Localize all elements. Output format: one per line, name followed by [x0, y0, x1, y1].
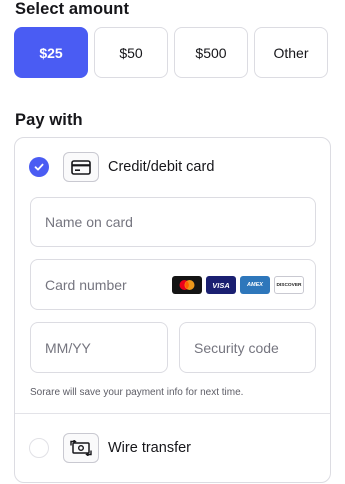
check-icon: [34, 163, 44, 171]
card-brand-logos: VISA AMEX DISCOVER: [172, 276, 304, 294]
save-payment-note: Sorare will save your payment info for n…: [30, 387, 244, 398]
card-method-option[interactable]: Credit/debit card: [29, 152, 214, 182]
mastercard-icon: [172, 276, 202, 294]
payment-method-panel: Credit/debit card VISA AMEX DISCOVER Sor…: [14, 137, 331, 483]
visa-icon: VISA: [206, 276, 236, 294]
amount-options: $25 $50 $500 Other: [14, 27, 328, 78]
card-radio-checked[interactable]: [29, 157, 49, 177]
discover-icon: DISCOVER: [274, 276, 304, 294]
amount-option-other[interactable]: Other: [254, 27, 328, 78]
expiry-date-input[interactable]: [30, 322, 168, 373]
pay-with-title: Pay with: [15, 111, 83, 129]
credit-card-icon: [63, 152, 99, 182]
card-method-label: Credit/debit card: [108, 159, 215, 175]
amex-icon: AMEX: [240, 276, 270, 294]
amount-option-50[interactable]: $50: [94, 27, 168, 78]
name-on-card-input[interactable]: [30, 197, 316, 247]
amount-option-500[interactable]: $500: [174, 27, 248, 78]
method-divider: [15, 413, 330, 414]
wire-method-option[interactable]: Wire transfer: [29, 433, 191, 463]
wire-radio-unchecked[interactable]: [29, 438, 49, 458]
security-code-input[interactable]: [179, 322, 316, 373]
wire-method-label: Wire transfer: [108, 440, 191, 456]
banknote-transfer-icon: [63, 433, 99, 463]
amount-option-25[interactable]: $25: [14, 27, 88, 78]
select-amount-title: Select amount: [15, 0, 130, 18]
